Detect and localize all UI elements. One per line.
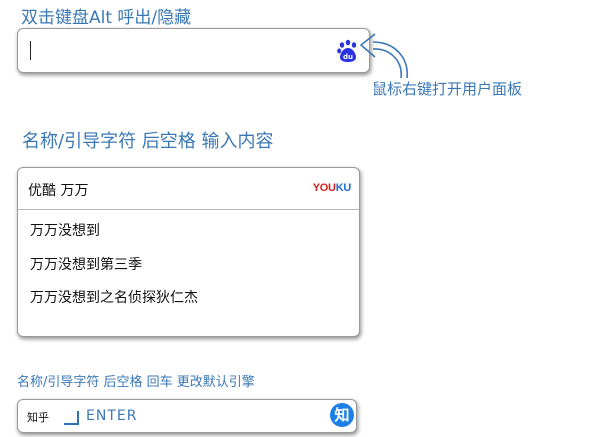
text-caret <box>30 41 31 60</box>
suggestion-item[interactable]: 万万没想到第三季 <box>30 254 142 274</box>
hint-right-click: 鼠标右键打开用户面板 <box>372 80 523 98</box>
suggestion-item[interactable]: 万万没想到之名侦探狄仁杰 <box>30 287 198 307</box>
zhihu-box[interactable]: 知乎 ENTER 知 <box>17 399 357 433</box>
hint-engine: 名称/引导字符 后空格 回车 更改默认引擎 <box>17 375 255 390</box>
hint-input: 名称/引导字符 后空格 输入内容 <box>22 131 274 152</box>
engine-label: 知乎 <box>27 411 49 424</box>
zhihu-icon[interactable]: 知 <box>330 403 354 427</box>
query-text: 优酷 万万 <box>28 183 89 199</box>
enter-text: ENTER <box>86 408 138 424</box>
suggestion-item[interactable]: 万万没想到 <box>30 220 100 240</box>
suggest-box[interactable]: 优酷 万万 YOUKU 万万没想到 万万没想到第三季 万万没想到之名侦探狄仁杰 <box>17 167 360 337</box>
search-box[interactable]: du <box>17 28 370 73</box>
enter-key-icon <box>64 411 79 425</box>
hint-toggle: 双击键盘Alt 呼出/隐藏 <box>21 8 192 28</box>
youku-logo: YOUKU <box>312 182 352 194</box>
suggest-header[interactable]: 优酷 万万 YOUKU <box>18 168 359 210</box>
arrow-icon <box>360 33 408 79</box>
svg-text:du: du <box>343 53 353 61</box>
